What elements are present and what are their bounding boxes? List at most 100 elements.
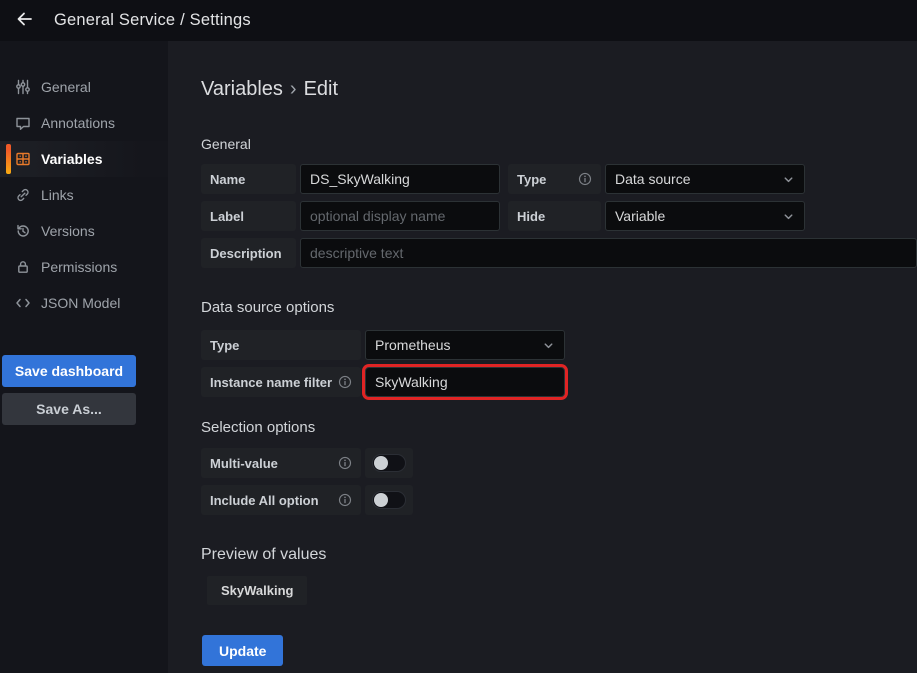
description-row: Description	[201, 238, 917, 268]
sidebar-item-permissions[interactable]: Permissions	[0, 249, 168, 285]
data-source-options-title: Data source options	[201, 299, 917, 316]
ds-type-label-text: Type	[210, 338, 239, 353]
arrow-left-icon	[16, 11, 33, 30]
name-field-group: Name	[201, 164, 500, 194]
instance-name-filter-group: Instance name filter	[201, 367, 565, 397]
ds-type-select-value: Prometheus	[375, 337, 450, 353]
sidebar-item-label: Links	[41, 187, 74, 203]
description-field-group: Description	[201, 238, 917, 268]
breadcrumb-page: Edit	[304, 78, 338, 100]
multi-value-toggle[interactable]	[365, 448, 413, 478]
ds-type-field-group: Type Prometheus	[201, 330, 565, 360]
description-label-text: Description	[210, 246, 282, 261]
info-icon	[338, 456, 352, 470]
info-icon	[338, 493, 352, 507]
info-icon	[338, 375, 352, 389]
instance-name-filter-input[interactable]	[365, 367, 565, 397]
sidebar-item-versions[interactable]: Versions	[0, 213, 168, 249]
save-as-button[interactable]: Save As...	[2, 393, 136, 425]
hide-field-group: Hide Variable	[508, 201, 805, 231]
toggle-knob	[374, 493, 388, 507]
type-select[interactable]: Data source	[605, 164, 805, 194]
include-all-label-text: Include All option	[210, 493, 319, 508]
history-icon	[14, 222, 32, 240]
sidebar-item-general[interactable]: General	[0, 69, 168, 105]
selection-options-title: Selection options	[201, 419, 917, 436]
sliders-icon	[14, 78, 32, 96]
multi-value-row: Multi-value	[201, 448, 917, 478]
preview-values: SkyWalking	[201, 576, 917, 605]
sidebar-item-label: Annotations	[41, 115, 115, 131]
name-label: Name	[201, 164, 296, 194]
type-field-group: Type Data source	[508, 164, 805, 194]
chevron-down-icon	[542, 339, 555, 352]
multi-value-label: Multi-value	[201, 448, 361, 478]
description-input[interactable]	[300, 238, 917, 268]
general-section-title: General	[201, 136, 917, 152]
name-type-row: Name Type Data source	[201, 164, 917, 194]
settings-sidebar: General Annotations Variables Links Vers…	[0, 41, 168, 673]
sidebar-item-annotations[interactable]: Annotations	[0, 105, 168, 141]
ds-type-label: Type	[201, 330, 361, 360]
back-button[interactable]	[11, 8, 37, 34]
sidebar-item-label: JSON Model	[41, 295, 120, 311]
save-dashboard-button[interactable]: Save dashboard	[2, 355, 136, 387]
app-root: General Service / Settings General Annot…	[0, 0, 917, 673]
sidebar-item-variables[interactable]: Variables	[0, 141, 168, 177]
type-label-text: Type	[517, 172, 546, 187]
hide-select[interactable]: Variable	[605, 201, 805, 231]
breadcrumb-section: Variables	[201, 78, 283, 100]
preview-of-values-title: Preview of values	[201, 546, 917, 564]
multi-value-label-text: Multi-value	[210, 456, 278, 471]
sidebar-item-label: General	[41, 79, 91, 95]
include-all-toggle[interactable]	[365, 485, 413, 515]
breadcrumb-separator: ›	[290, 78, 297, 100]
sidebar-item-json-model[interactable]: JSON Model	[0, 285, 168, 321]
description-label: Description	[201, 238, 296, 268]
update-button[interactable]: Update	[202, 635, 283, 666]
info-icon	[578, 172, 592, 186]
instance-name-filter-label: Instance name filter	[201, 367, 361, 397]
code-icon	[14, 294, 32, 312]
toggle-switch	[372, 491, 406, 509]
preview-value-chip[interactable]: SkyWalking	[207, 576, 307, 605]
layout: General Annotations Variables Links Vers…	[0, 41, 917, 673]
include-all-group: Include All option	[201, 485, 413, 515]
label-label: Label	[201, 201, 296, 231]
label-label-text: Label	[210, 209, 244, 224]
type-label: Type	[508, 164, 601, 194]
sidebar-item-links[interactable]: Links	[0, 177, 168, 213]
sidebar-buttons: Save dashboard Save As...	[0, 355, 168, 425]
link-icon	[14, 186, 32, 204]
toggle-switch	[372, 454, 406, 472]
label-input[interactable]	[300, 201, 500, 231]
instance-name-filter-label-text: Instance name filter	[210, 375, 332, 390]
sidebar-item-label: Permissions	[41, 259, 117, 275]
label-field-group: Label	[201, 201, 500, 231]
variables-icon	[14, 150, 32, 168]
breadcrumb: Variables › Edit	[201, 78, 917, 101]
include-all-row: Include All option	[201, 485, 917, 515]
multi-value-group: Multi-value	[201, 448, 413, 478]
name-label-text: Name	[210, 172, 245, 187]
instance-name-filter-row: Instance name filter	[201, 367, 917, 397]
ds-type-select[interactable]: Prometheus	[365, 330, 565, 360]
hide-label: Hide	[508, 201, 601, 231]
hide-label-text: Hide	[517, 209, 545, 224]
toggle-knob	[374, 456, 388, 470]
topbar: General Service / Settings	[0, 0, 917, 41]
label-hide-row: Label Hide Variable	[201, 201, 917, 231]
page-title: General Service / Settings	[54, 11, 251, 30]
lock-icon	[14, 258, 32, 276]
sidebar-item-label: Variables	[41, 151, 103, 167]
include-all-label: Include All option	[201, 485, 361, 515]
type-select-value: Data source	[615, 171, 690, 187]
chevron-down-icon	[782, 210, 795, 223]
hide-select-value: Variable	[615, 208, 665, 224]
name-input[interactable]	[300, 164, 500, 194]
ds-type-row: Type Prometheus	[201, 330, 917, 360]
sidebar-item-label: Versions	[41, 223, 95, 239]
main-content: Variables›Edit General Name Type Dat	[168, 41, 917, 673]
chevron-down-icon	[782, 173, 795, 186]
comment-icon	[14, 114, 32, 132]
